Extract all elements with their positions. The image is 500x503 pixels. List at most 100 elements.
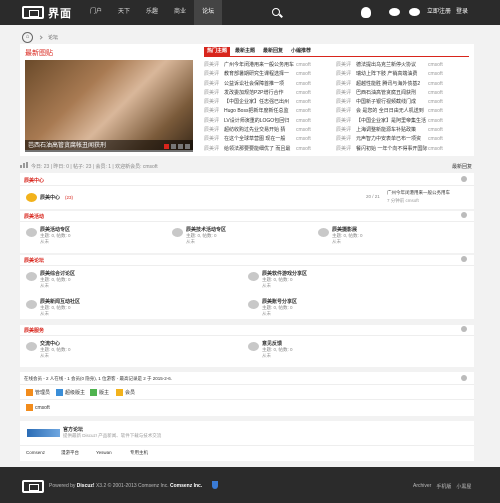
thread-title[interactable]: 广州今年闭港用来一般公务用车 <box>224 61 296 70</box>
site-logo-text[interactable]: 界面 <box>48 5 72 21</box>
thread-title[interactable]: 超纺收购过先业交易开始 猜 <box>224 126 296 135</box>
thread-author[interactable]: cmsoft <box>428 117 443 126</box>
thread-forum[interactable]: 辰美评 <box>336 70 356 79</box>
thread-forum[interactable]: 辰美评 <box>336 89 356 98</box>
site-logo-icon[interactable] <box>22 6 44 19</box>
thread-title[interactable]: 教育部暑期研究生课程选择一 <box>224 70 296 79</box>
section-title[interactable]: 辰美活动 <box>24 213 44 220</box>
thread-title[interactable]: 上海调整新能源车补贴政策 <box>356 126 428 135</box>
thread-item[interactable]: 辰美评 巴西石油高管贪腐丑闻获刑 cmsoft <box>336 89 468 98</box>
online-title[interactable]: 在线会员 - 2 人在线 - 1 会员(0 隐身), 1 位游客 - 最高记录是… <box>24 376 172 382</box>
tab-recommend[interactable]: 小编推荐 <box>288 47 314 56</box>
slider-dot[interactable] <box>178 144 183 149</box>
friend-title[interactable]: 官方论坛 <box>63 426 83 433</box>
collapse-icon[interactable] <box>461 375 467 381</box>
weibo-login-icon[interactable] <box>389 8 400 16</box>
forum-name[interactable]: 辰美活动专区 <box>40 226 70 233</box>
thread-title[interactable]: 在这个全球草营图 现在一般 <box>224 135 296 144</box>
thread-forum[interactable]: 辰美评 <box>336 98 356 107</box>
forum-name[interactable]: 辰美综合讨论区 <box>40 270 75 277</box>
thread-forum[interactable]: 辰美评 <box>204 145 224 154</box>
wechat-login-icon[interactable] <box>409 8 420 16</box>
thread-title[interactable]: 中国新子银行视频截线门成 <box>356 98 428 107</box>
thread-forum[interactable]: 辰美评 <box>204 126 224 135</box>
thread-title[interactable]: 公益诉讼社会保障首推一项 <box>224 80 296 89</box>
footer-company[interactable]: Comsenz Inc. <box>170 483 202 489</box>
thread-author[interactable]: cmsoft <box>428 89 443 98</box>
thread-item[interactable]: 辰美评 广州今年闭港用来一般公务用车 cmsoft <box>204 61 336 70</box>
thread-author[interactable]: cmsoft <box>428 70 443 79</box>
thread-author[interactable]: cmsoft <box>428 61 443 70</box>
friend-link[interactable]: 专用主机 <box>130 450 148 456</box>
thread-item[interactable]: 辰美评 瑞幼上阵下肢 产销高端油费 cmsoft <box>336 70 468 79</box>
thread-forum[interactable]: 辰美评 <box>336 117 356 126</box>
nav-forum[interactable]: 论坛 <box>194 0 223 25</box>
thread-title[interactable]: 德法提出乌克兰新停火协议 <box>356 61 428 70</box>
thread-author[interactable]: cmsoft <box>428 98 443 107</box>
thread-title[interactable]: 会 是您的 全日日由无人机送到 <box>356 107 428 116</box>
home-icon[interactable]: ⌂ <box>22 31 33 43</box>
thread-title[interactable]: Hugo Boss把新年度新任总监 <box>224 107 296 116</box>
section-title[interactable]: 辰美论坛 <box>24 257 44 264</box>
thread-author[interactable]: cmsoft <box>296 126 311 135</box>
thread-author[interactable]: cmsoft <box>296 98 311 107</box>
thread-item[interactable]: 辰美评 LV设计师演重的LOGO包回归 cmsoft <box>204 117 336 126</box>
archiver-link[interactable]: Archiver <box>413 483 431 490</box>
login-link[interactable]: 登录 <box>456 0 468 25</box>
thread-author[interactable]: cmsoft <box>428 145 443 154</box>
thread-item[interactable]: 辰美评 餐闪初始 一年个向不得事开国际 cmsoft <box>336 145 468 154</box>
forum-name[interactable]: 辰美软件游戏分享区 <box>262 270 307 277</box>
thread-item[interactable]: 辰美评 超纺收购过先业交易开始 猜 cmsoft <box>204 126 336 135</box>
tab-latest[interactable]: 最新主题 <box>232 47 258 56</box>
thread-item[interactable]: 辰美评会 是您的 全日日由无人机送到 cmsoft <box>336 107 468 116</box>
thread-title[interactable]: 给领法那要要能细优了 而且最 <box>224 145 296 154</box>
thread-author[interactable]: cmsoft <box>296 145 311 154</box>
online-user-name[interactable]: cmsoft <box>35 405 50 411</box>
forum-name[interactable]: 辰美账号分享区 <box>262 298 297 305</box>
thread-title[interactable]: 餐闪初始 一年个向不得事开国际 <box>356 145 428 154</box>
thread-item[interactable]: 辰美评 给领法那要要能细优了 而且最 cmsoft <box>204 145 336 154</box>
thread-item[interactable]: 辰美评 在这个全球草营图 现在一般 cmsoft <box>204 135 336 144</box>
thread-forum[interactable]: 辰美评 <box>204 135 224 144</box>
thread-author[interactable]: cmsoft <box>296 117 311 126</box>
thread-author[interactable]: cmsoft <box>296 70 311 79</box>
thread-forum[interactable]: 辰美评 <box>336 80 356 89</box>
thread-author[interactable]: cmsoft <box>428 126 443 135</box>
footer-product[interactable]: Discuz! <box>77 483 95 489</box>
slider-dot[interactable] <box>185 144 190 149</box>
thread-title[interactable]: 瑞幼上阵下肢 产销高端油费 <box>356 70 428 79</box>
shield-icon[interactable] <box>212 481 218 489</box>
thread-item[interactable]: 辰美评 元声智力中安表单已布一项资 cmsoft <box>336 135 468 144</box>
thread-title[interactable]: 【中国企业家】任志强已出州 <box>224 98 296 107</box>
tab-replies[interactable]: 最新回复 <box>260 47 286 56</box>
qq-login-icon[interactable] <box>361 7 371 18</box>
section-title[interactable]: 辰美服务 <box>24 327 44 334</box>
tab-hot[interactable]: 热门主题 <box>204 47 231 56</box>
thread-title[interactable]: 巴西石油高管贪腐丑闻获刑 <box>356 89 428 98</box>
breadcrumb-current[interactable]: 论坛 <box>48 34 58 41</box>
friend-link[interactable]: Yeswan <box>96 450 112 455</box>
thread-title[interactable]: 发改委加规范P2P增行合作 <box>224 89 296 98</box>
nav-world[interactable]: 天下 <box>110 0 138 25</box>
thread-author[interactable]: cmsoft <box>296 107 311 116</box>
slider-dot[interactable] <box>164 144 169 149</box>
thread-forum[interactable]: 辰美评 <box>204 89 224 98</box>
search-icon[interactable] <box>272 8 280 16</box>
online-user[interactable]: cmsoft <box>26 404 50 411</box>
thread-item[interactable]: 辰美评 德法提出乌克兰新停火协议 cmsoft <box>336 61 468 70</box>
forum-name[interactable]: 交流中心 <box>40 340 60 347</box>
slider-dot[interactable] <box>171 144 176 149</box>
new-posts-link[interactable]: 最新回复 <box>452 163 472 170</box>
thread-item[interactable]: 辰美评 上海调整新能源车补贴政策 cmsoft <box>336 126 468 135</box>
forum-last-title[interactable]: 广州今年闭港用来一般公务用车 <box>387 190 450 196</box>
thread-forum[interactable]: 辰美评 <box>336 135 356 144</box>
thread-title[interactable]: LV设计师演重的LOGO包回归 <box>224 117 296 126</box>
section-title[interactable]: 辰美中心 <box>24 177 44 184</box>
forum-name[interactable]: 辰美新闻互动社区 <box>40 298 80 305</box>
thread-forum[interactable]: 辰美评 <box>336 145 356 154</box>
thread-item[interactable]: 辰美评 公益诉讼社会保障首推一项 cmsoft <box>204 80 336 89</box>
forum-name[interactable]: 意见反馈 <box>262 340 282 347</box>
forum-name[interactable]: 辰美技术活动专区 <box>186 226 226 233</box>
footer-logo-icon[interactable] <box>22 480 44 493</box>
thread-item[interactable]: 辰美评 超越性能胜 腾讯与海外债基2 cmsoft <box>336 80 468 89</box>
